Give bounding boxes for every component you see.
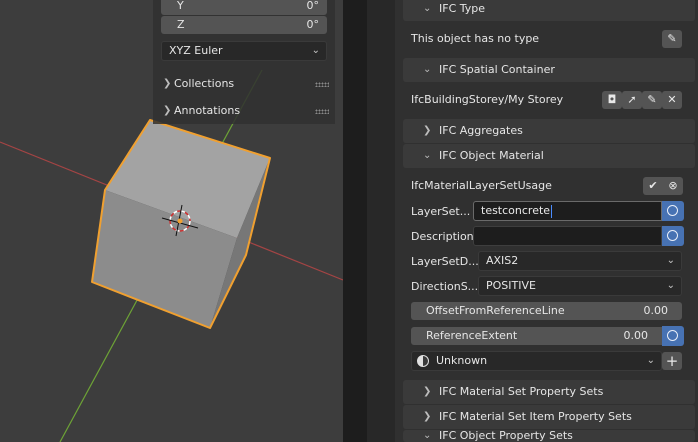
area-divider[interactable]: [343, 0, 367, 442]
material-set-item-psets-label: IFC Material Set Item Property Sets: [439, 410, 632, 423]
spatial-container-row: IfcBuildingStorey/My Storey ◘ ➚ ✎ ✕: [403, 88, 695, 112]
material-set-psets-label: IFC Material Set Property Sets: [439, 385, 604, 398]
description-eyedropper-button[interactable]: [662, 226, 684, 246]
layerset-eyedropper-button[interactable]: [662, 201, 684, 221]
chevron-down-icon: ⌄: [666, 280, 675, 291]
ifc-type-subpanel-header[interactable]: ⌄ IFC Type: [403, 0, 695, 21]
layersetdir-dropdown[interactable]: AXIS2 ⌄: [478, 251, 682, 271]
chevron-down-icon: ⌄: [423, 3, 432, 14]
cancel-x-icon[interactable]: ⊗: [663, 177, 683, 195]
chevron-right-icon: ❯: [163, 78, 172, 89]
ifc-type-label: IFC Type: [439, 2, 486, 15]
chevron-down-icon: ⌄: [423, 430, 432, 441]
annotations-label: Annotations: [174, 104, 241, 117]
chevron-right-icon: ❯: [423, 125, 432, 136]
description-input[interactable]: [473, 226, 662, 246]
rotation-y-field[interactable]: Y 0°: [161, 0, 327, 15]
offset-value: 0.00: [643, 304, 669, 317]
refextent-value: 0.00: [623, 329, 649, 342]
properties-tab-strip: [367, 0, 395, 442]
layerset-value: testconcrete: [481, 204, 551, 217]
ifc-type-row: This object has no type ✎: [403, 27, 695, 51]
layerset-label: LayerSet...: [411, 205, 471, 218]
refextent-eyedropper-button[interactable]: [662, 326, 684, 346]
ifc-object-material-header[interactable]: ⌄ IFC Object Material: [403, 144, 695, 168]
ifc-material-set-psets-header[interactable]: ❯ IFC Material Set Property Sets: [403, 380, 695, 404]
add-material-button[interactable]: +: [662, 352, 682, 370]
chevron-right-icon: ❯: [423, 411, 432, 422]
material-sphere-icon: [417, 355, 429, 367]
description-label: Description:: [411, 230, 478, 243]
object-psets-label: IFC Object Property Sets: [439, 430, 573, 442]
material-selector-dropdown[interactable]: Unknown ⌄: [411, 351, 662, 371]
layersetdir-value: AXIS2: [486, 254, 519, 267]
rotation-z-value: 0°: [306, 18, 320, 31]
rotation-y-label: Y: [177, 0, 184, 12]
checkmark-icon[interactable]: ✔: [643, 177, 663, 195]
chevron-down-icon: ⌄: [423, 64, 432, 75]
chevron-right-icon: ❯: [423, 386, 432, 397]
cursor-select-icon[interactable]: ➚: [622, 91, 642, 109]
rotation-z-field[interactable]: Z 0°: [161, 16, 327, 34]
layersetdir-label: LayerSetD...: [411, 255, 479, 268]
rotation-mode-dropdown[interactable]: XYZ Euler ⌄: [161, 41, 327, 61]
spatial-container-label: IFC Spatial Container: [439, 63, 555, 76]
material-usage-label: IfcMaterialLayerSetUsage: [411, 179, 552, 192]
directionsense-label: DirectionS...: [411, 280, 479, 293]
ifc-material-set-item-psets-header[interactable]: ❯ IFC Material Set Item Property Sets: [403, 405, 695, 429]
directionsense-value: POSITIVE: [486, 279, 536, 292]
spatial-container-value: IfcBuildingStorey/My Storey: [411, 93, 564, 106]
annotations-panel-header[interactable]: ❯ Annotations: [161, 100, 333, 122]
offset-reference-line-field[interactable]: OffsetFromReferenceLine 0.00: [411, 302, 682, 320]
chevron-down-icon: ⌄: [423, 150, 432, 161]
text-caret: [551, 204, 553, 218]
layerset-input[interactable]: testconcrete: [473, 201, 662, 221]
drag-grip-icon[interactable]: [315, 109, 329, 114]
material-usage-row: IfcMaterialLayerSetUsage ✔ ⊗: [403, 174, 695, 198]
collections-panel-header[interactable]: ❯ Collections: [161, 73, 333, 95]
refextent-label: ReferenceExtent: [426, 329, 518, 342]
ifc-aggregates-header[interactable]: ❯ IFC Aggregates: [403, 119, 695, 143]
offset-label: OffsetFromReferenceLine: [426, 304, 565, 317]
collections-label: Collections: [174, 77, 235, 90]
rotation-y-value: 0°: [306, 0, 320, 12]
edit-pencil-icon[interactable]: ✎: [662, 30, 682, 48]
rotation-z-label: Z: [177, 18, 185, 31]
directionsense-dropdown[interactable]: POSITIVE ⌄: [478, 276, 682, 296]
chevron-down-icon: ⌄: [311, 45, 320, 56]
material-value: Unknown: [436, 354, 488, 367]
aggregates-label: IFC Aggregates: [439, 124, 523, 137]
rotation-mode-value: XYZ Euler: [169, 44, 223, 57]
drag-grip-icon[interactable]: [315, 82, 329, 87]
chevron-down-icon: ⌄: [666, 255, 675, 266]
select-object-icon[interactable]: ◘: [602, 91, 622, 109]
no-type-text: This object has no type: [411, 32, 540, 45]
chevron-down-icon: ⌄: [646, 355, 655, 366]
chevron-right-icon: ❯: [163, 105, 172, 116]
ifc-object-psets-header[interactable]: ⌄ IFC Object Property Sets: [403, 430, 695, 442]
object-material-label: IFC Object Material: [439, 149, 544, 162]
close-icon[interactable]: ✕: [662, 91, 682, 109]
edit-pencil-icon[interactable]: ✎: [642, 91, 662, 109]
ifc-spatial-container-header[interactable]: ⌄ IFC Spatial Container: [403, 58, 695, 82]
reference-extent-field[interactable]: ReferenceExtent 0.00: [411, 327, 662, 345]
